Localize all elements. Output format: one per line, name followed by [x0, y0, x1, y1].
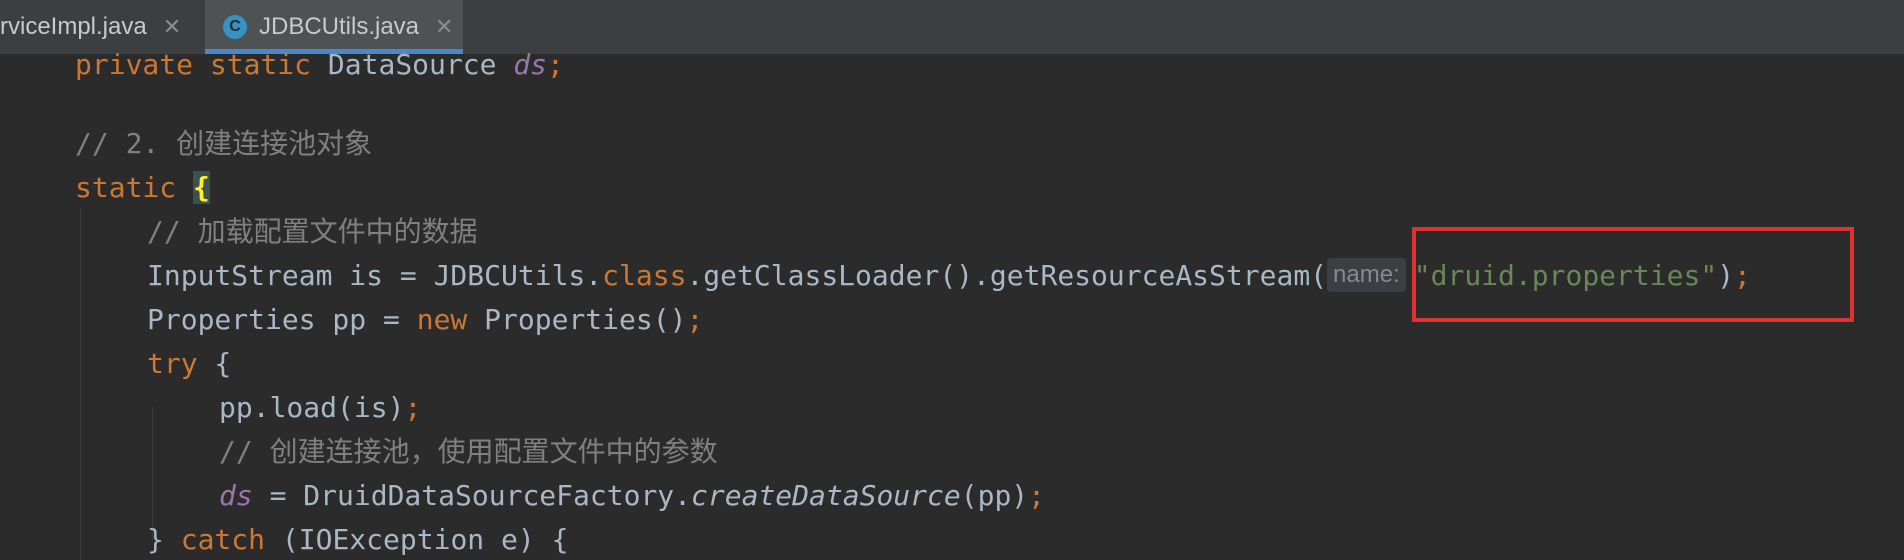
code-line: Properties pp = new Properties(); [147, 303, 704, 336]
code-line: pp.load(is); [219, 391, 422, 424]
tab-label: JDBCUtils.java [259, 13, 420, 40]
code-line: static { [75, 171, 210, 204]
java-class-icon: C [223, 15, 247, 39]
code-line: private static DataSource ds; [75, 48, 564, 81]
code-comment: // 2. 创建连接池对象 [75, 127, 373, 160]
indent-guide [80, 208, 81, 560]
code-comment: // 加载配置文件中的数据 [147, 215, 478, 248]
code-line: ds = DruidDataSourceFactory.createDataSo… [219, 479, 1046, 512]
editor-window: rviceImpl.java ✕ C JDBCUtils.java ✕ priv… [0, 0, 1904, 560]
code-comment: // 创建连接池，使用配置文件中的参数 [219, 435, 718, 468]
tab-label: rviceImpl.java [0, 13, 147, 40]
code-line: } catch (IOException e) { [147, 523, 569, 556]
parameter-hint: name: [1327, 258, 1406, 292]
code-line: try { [147, 347, 232, 380]
highlight-annotation-box [1412, 227, 1854, 322]
close-icon[interactable]: ✕ [163, 16, 181, 38]
matched-brace: { [193, 171, 210, 204]
close-icon[interactable]: ✕ [435, 16, 453, 38]
